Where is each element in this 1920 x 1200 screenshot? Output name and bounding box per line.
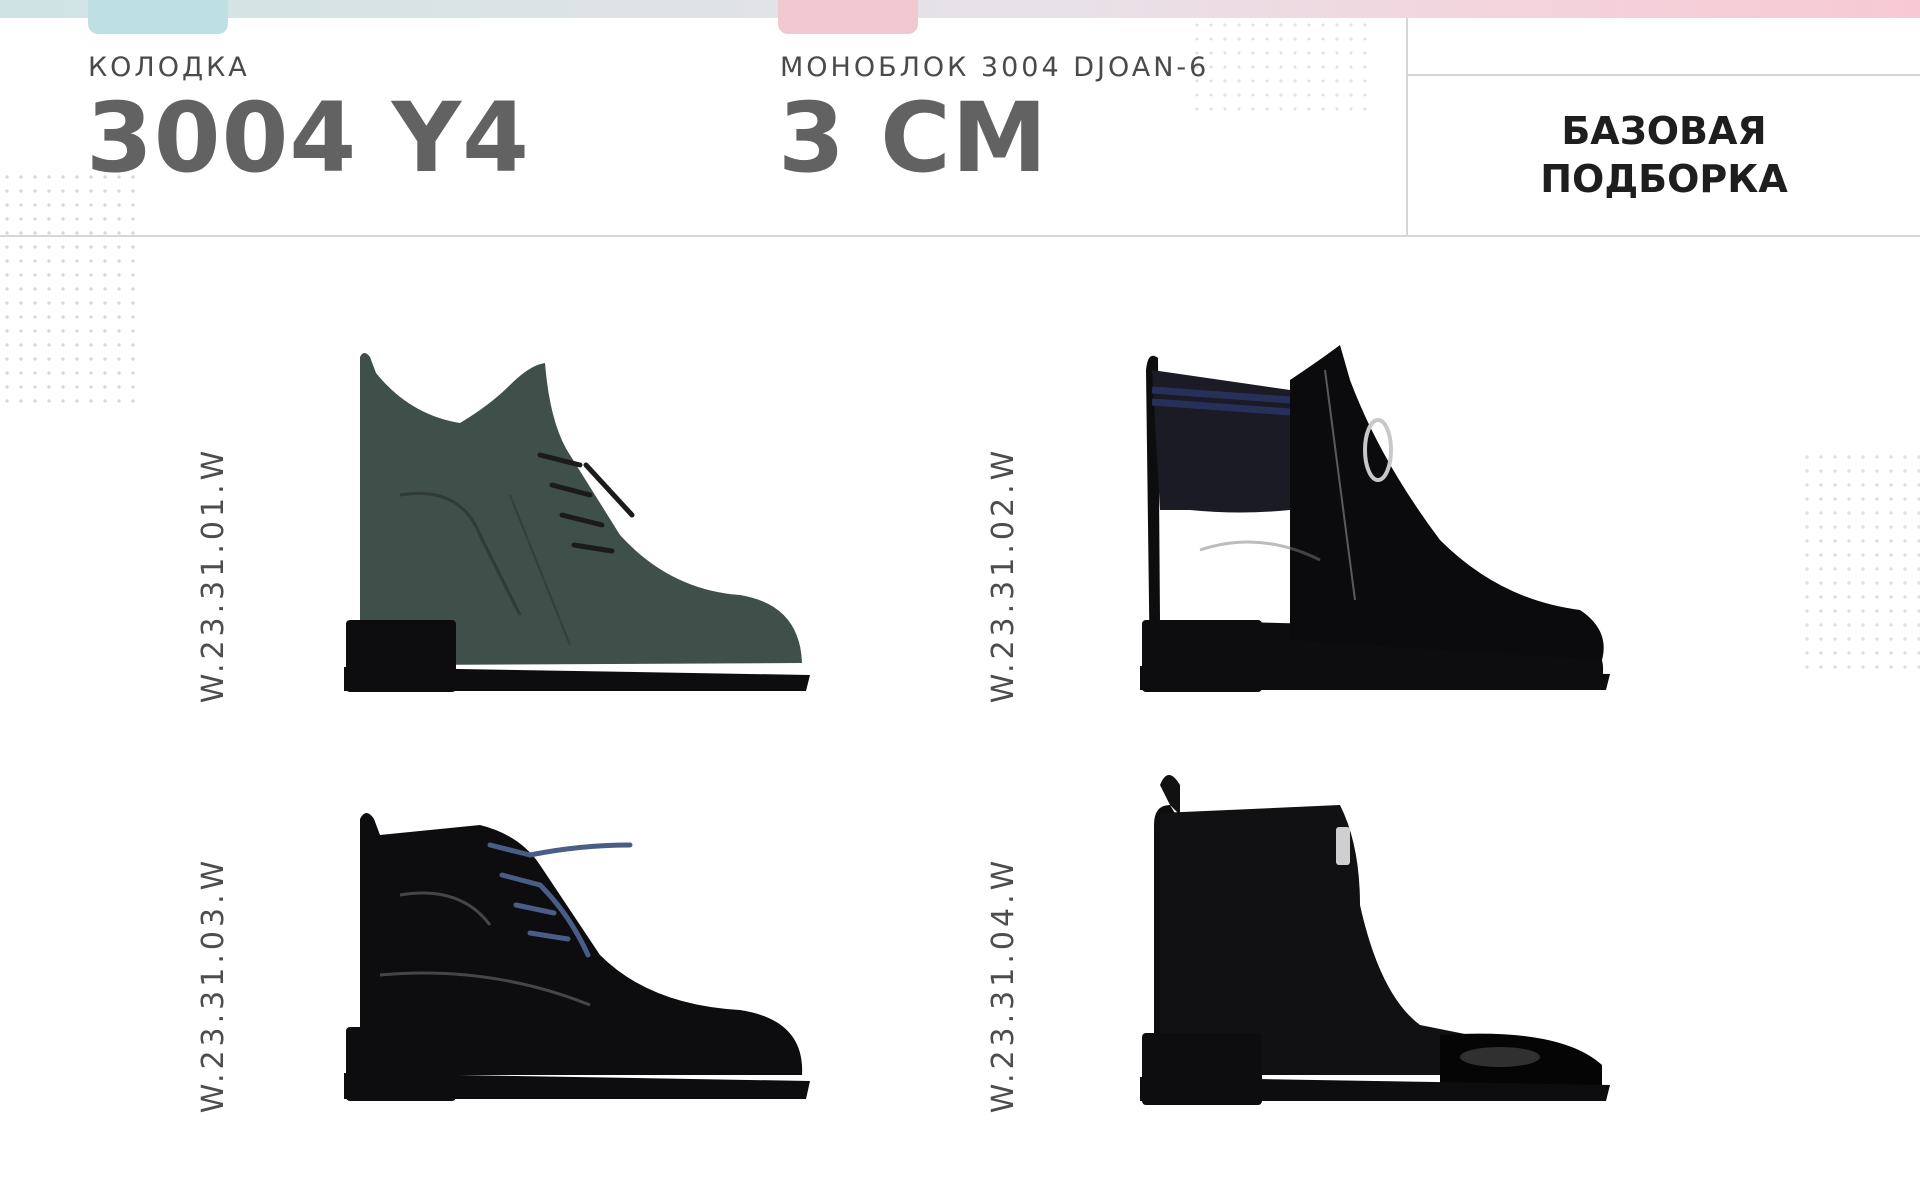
header-divider <box>0 235 1920 237</box>
collection-line-1: БАЗОВАЯ <box>1561 109 1767 153</box>
collection-line-2: ПОДБОРКА <box>1540 156 1788 201</box>
decorative-dot-grid <box>1190 18 1370 118</box>
black-patent-zip-boot-icon[interactable] <box>1140 340 1610 695</box>
sku-label: W.23.31.03.W <box>196 856 231 1114</box>
last-value: 3004 Y4 <box>86 82 530 194</box>
black-patent-lace-up-boot-icon[interactable] <box>340 805 810 1105</box>
top-gradient-strip <box>0 0 1920 18</box>
green-leather-lace-up-boot-icon[interactable] <box>340 345 810 695</box>
sku-label: W.23.31.01.W <box>196 446 231 704</box>
sole-label: МОНОБЛОК 3004 DJOAN-6 <box>780 52 1210 83</box>
sku-label: W.23.31.02.W <box>986 446 1021 704</box>
sku-label: W.23.31.04.W <box>986 856 1021 1114</box>
teal-header-tab <box>88 0 228 34</box>
decorative-dot-grid <box>1800 450 1920 670</box>
pink-header-tab <box>778 0 918 34</box>
sole-value: 3 CM <box>778 82 1049 194</box>
black-suede-patent-toe-boot-icon[interactable] <box>1140 765 1610 1105</box>
last-label: КОЛОДКА <box>88 52 250 83</box>
collection-badge: БАЗОВАЯ ПОДБОРКА <box>1408 76 1920 235</box>
decorative-dot-grid <box>0 170 140 410</box>
